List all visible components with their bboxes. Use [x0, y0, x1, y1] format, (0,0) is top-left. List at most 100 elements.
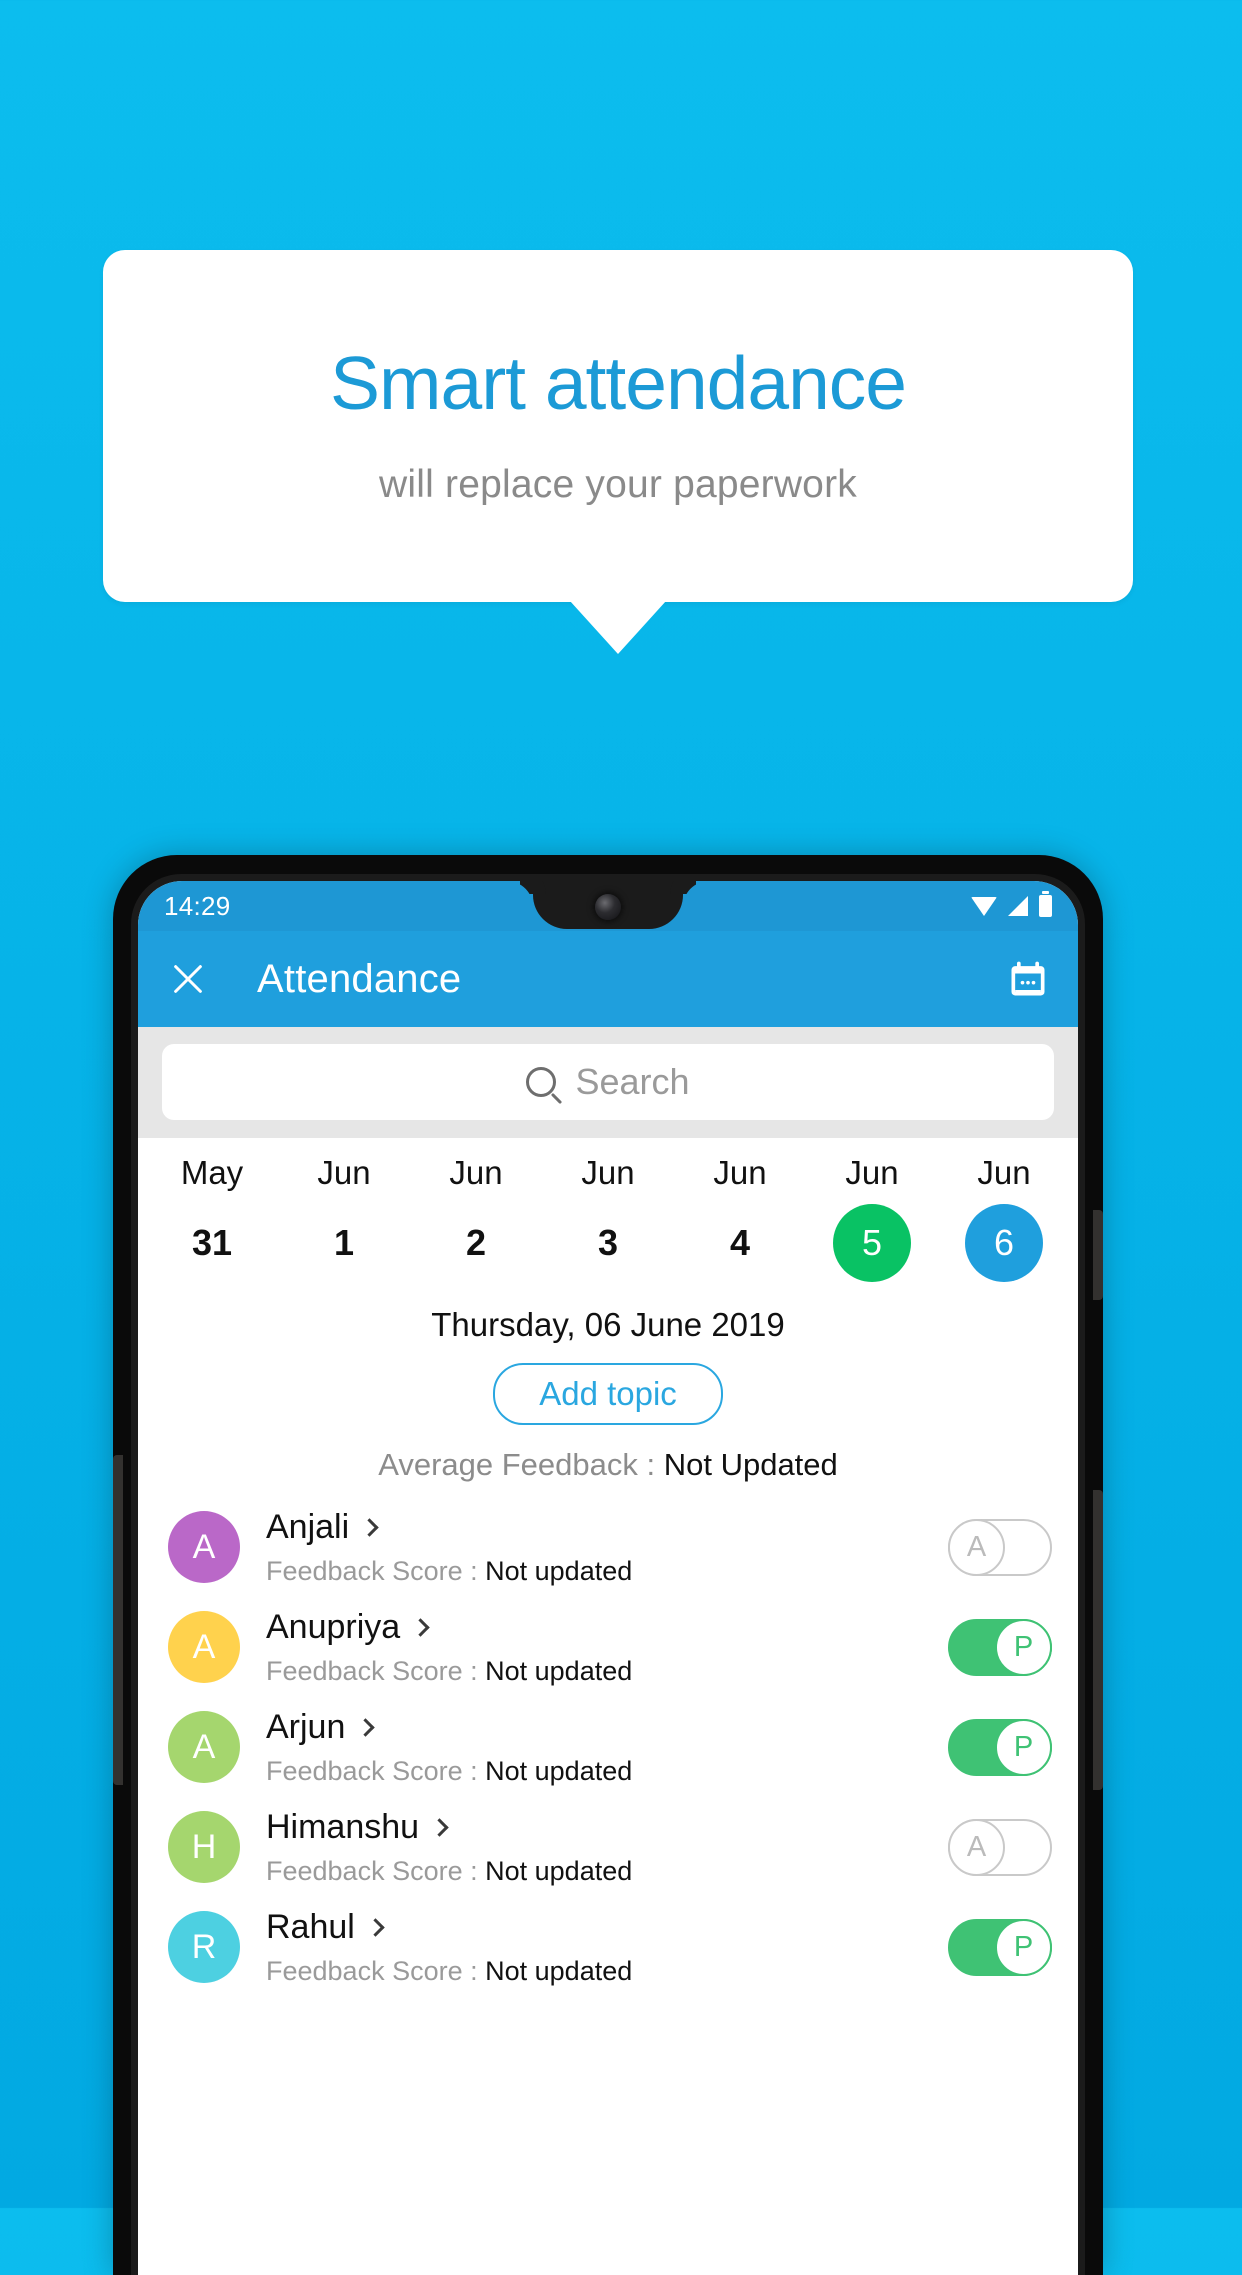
student-row[interactable]: A Arjun Feedback Score : Not updated P — [138, 1697, 1078, 1797]
date-cell-4[interactable]: Jun 4 — [674, 1154, 806, 1282]
average-feedback: Average Feedback : Not Updated — [138, 1447, 1078, 1483]
date-day: 31 — [191, 1222, 233, 1263]
phone-power-button[interactable] — [1093, 1210, 1103, 1300]
date-cell-5[interactable]: Jun 5 — [806, 1154, 938, 1282]
student-name: Himanshu — [266, 1807, 420, 1846]
student-name-line[interactable]: Anupriya — [266, 1608, 948, 1647]
date-day: 6 — [965, 1204, 1043, 1282]
avatar: R — [168, 1911, 240, 1983]
date-day: 5 — [833, 1204, 911, 1282]
feedback-score-label: Feedback Score : — [266, 1555, 486, 1586]
status-icons — [971, 891, 1052, 917]
student-info: Himanshu Feedback Score : Not updated — [266, 1808, 948, 1887]
app-bar: Attendance — [138, 931, 1078, 1027]
student-info: Rahul Feedback Score : Not updated — [266, 1908, 948, 1987]
date-day: 1 — [333, 1222, 355, 1263]
search-bar-container: Search — [138, 1027, 1078, 1138]
date-cell-3[interactable]: Jun 3 — [542, 1154, 674, 1282]
page-title: Attendance — [257, 956, 462, 1001]
attendance-toggle[interactable]: P — [948, 1918, 1052, 1976]
feedback-score-value: Not updated — [485, 1655, 633, 1686]
search-placeholder: Search — [575, 1061, 690, 1102]
student-name-line[interactable]: Arjun — [266, 1708, 948, 1747]
feedback-score: Feedback Score : Not updated — [266, 1556, 948, 1587]
feedback-score: Feedback Score : Not updated — [266, 1756, 948, 1787]
add-topic-button[interactable]: Add topic — [493, 1363, 723, 1425]
avatar: A — [168, 1511, 240, 1583]
date-month: Jun — [977, 1154, 1031, 1191]
date-cell-2[interactable]: Jun 2 — [410, 1154, 542, 1282]
selected-date-label: Thursday, 06 June 2019 — [431, 1306, 785, 1343]
feedback-score-label: Feedback Score : — [266, 1955, 486, 1986]
feedback-score-value: Not updated — [485, 1855, 633, 1886]
attendance-toggle[interactable]: A — [948, 1818, 1052, 1876]
promo-card: Smart attendance will replace your paper… — [103, 250, 1133, 602]
signal-icon — [1008, 896, 1028, 916]
feedback-score-label: Feedback Score : — [266, 1755, 486, 1786]
date-month: Jun — [449, 1154, 503, 1191]
attendance-toggle-knob: A — [948, 1818, 1005, 1876]
phone-mockup: 14:29 Attendance Search May 31 Jun 1 Jun… — [113, 855, 1103, 2275]
student-row[interactable]: A Anjali Feedback Score : Not updated A — [138, 1497, 1078, 1597]
add-topic-container: Add topic — [138, 1363, 1078, 1425]
date-cell-6[interactable]: Jun 6 — [938, 1154, 1070, 1282]
date-day: 3 — [597, 1222, 619, 1263]
date-month: Jun — [845, 1154, 899, 1191]
promo-title: Smart attendance — [329, 340, 907, 425]
feedback-score: Feedback Score : Not updated — [266, 1656, 948, 1687]
feedback-score-label: Feedback Score : — [266, 1855, 486, 1886]
date-strip: May 31 Jun 1 Jun 2 Jun 3 Jun 4 Jun 5 Jun 6 — [138, 1138, 1078, 1286]
avatar: A — [168, 1611, 240, 1683]
attendance-toggle[interactable]: P — [948, 1718, 1052, 1776]
phone-right-volume-button[interactable] — [1093, 1490, 1103, 1790]
chevron-right-icon — [356, 1717, 376, 1737]
student-name-line[interactable]: Himanshu — [266, 1808, 948, 1847]
battery-icon — [1039, 891, 1052, 917]
feedback-score-value: Not updated — [485, 1755, 633, 1786]
status-bar: 14:29 — [138, 881, 1078, 931]
wifi-icon — [971, 896, 997, 916]
phone-screen: 14:29 Attendance Search May 31 Jun 1 Jun… — [138, 881, 1078, 2275]
chevron-right-icon — [366, 1917, 385, 1937]
date-cell-31[interactable]: May 31 — [146, 1154, 278, 1282]
student-row[interactable]: A Anupriya Feedback Score : Not updated P — [138, 1597, 1078, 1697]
chevron-right-icon — [430, 1817, 449, 1837]
student-name: Anjali — [266, 1507, 350, 1546]
close-icon[interactable] — [166, 957, 210, 1001]
attendance-toggle-knob: P — [995, 1918, 1052, 1976]
student-name: Rahul — [266, 1907, 355, 1946]
average-feedback-value: Not Updated — [663, 1447, 838, 1482]
student-list: A Anjali Feedback Score : Not updated A A Anu… — [138, 1497, 1078, 1997]
student-name-line[interactable]: Anjali — [266, 1508, 948, 1547]
feedback-score-label: Feedback Score : — [266, 1655, 486, 1686]
attendance-toggle-knob: P — [995, 1618, 1052, 1676]
feedback-score-value: Not updated — [485, 1955, 633, 1986]
student-name: Anupriya — [266, 1607, 401, 1646]
student-row[interactable]: R Rahul Feedback Score : Not updated P — [138, 1897, 1078, 1997]
student-name: Arjun — [266, 1707, 346, 1746]
feedback-score: Feedback Score : Not updated — [266, 1856, 948, 1887]
date-cell-1[interactable]: Jun 1 — [278, 1154, 410, 1282]
search-icon — [526, 1067, 557, 1097]
student-row[interactable]: H Himanshu Feedback Score : Not updated A — [138, 1797, 1078, 1897]
student-info: Anupriya Feedback Score : Not updated — [266, 1608, 948, 1687]
phone-bezel: 14:29 Attendance Search May 31 Jun 1 Jun… — [131, 874, 1085, 2275]
attendance-toggle[interactable]: P — [948, 1618, 1052, 1676]
promo-bubble-tail — [570, 601, 666, 654]
attendance-toggle[interactable]: A — [948, 1518, 1052, 1576]
phone-left-volume-button[interactable] — [113, 1455, 123, 1785]
attendance-toggle-knob: P — [995, 1718, 1052, 1776]
date-month: Jun — [317, 1154, 371, 1191]
date-day: 2 — [465, 1222, 487, 1263]
calendar-icon[interactable] — [1006, 957, 1050, 1001]
chevron-right-icon — [411, 1617, 430, 1637]
chevron-right-icon — [360, 1517, 379, 1537]
attendance-toggle-knob: A — [948, 1518, 1005, 1576]
student-info: Arjun Feedback Score : Not updated — [266, 1708, 948, 1787]
search-input[interactable]: Search — [162, 1044, 1054, 1120]
student-name-line[interactable]: Rahul — [266, 1908, 948, 1947]
date-month: Jun — [581, 1154, 635, 1191]
date-month: Jun — [713, 1154, 767, 1191]
front-camera — [595, 894, 621, 920]
student-info: Anjali Feedback Score : Not updated — [266, 1508, 948, 1587]
